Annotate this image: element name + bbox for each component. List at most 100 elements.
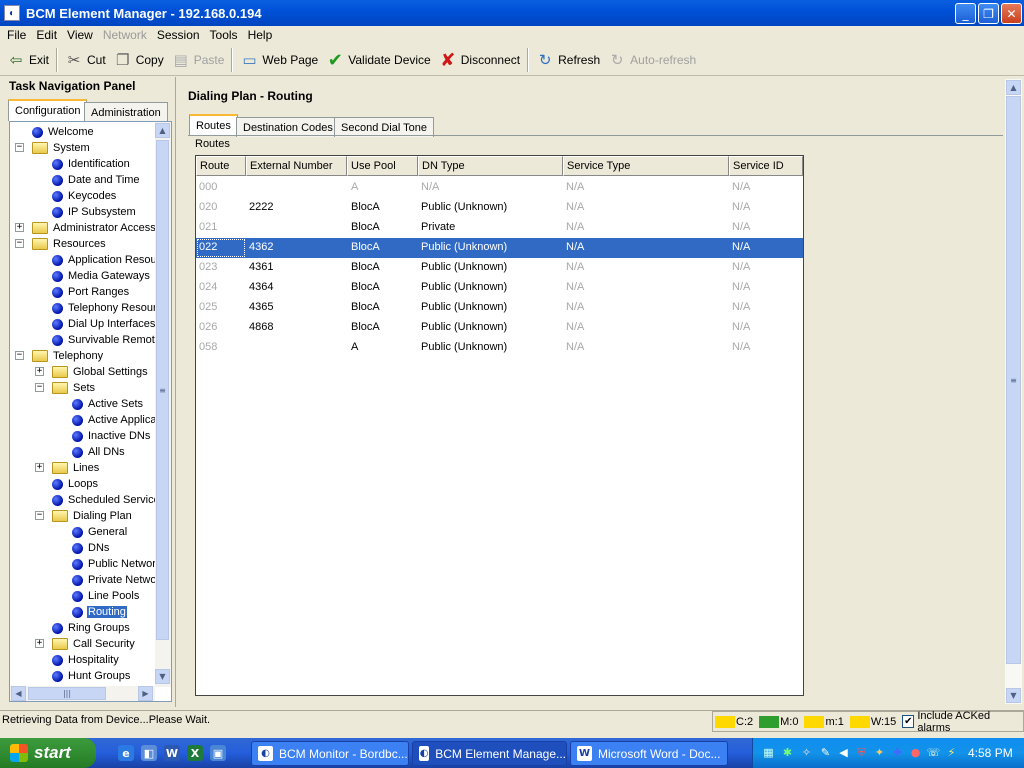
window-scroll-up-button[interactable]: ▲: [1006, 80, 1021, 95]
tab-administration[interactable]: Administration: [84, 102, 168, 122]
table-row[interactable]: 025 4365 BlocA Public (Unknown) N/A N/A: [196, 298, 803, 318]
menu-help[interactable]: Help: [243, 28, 278, 42]
web-page-button[interactable]: ▭ Web Page: [236, 47, 322, 73]
tree-item-date-and-time[interactable]: Date and Time: [52, 172, 141, 188]
tree-scroll-right-button[interactable]: ▶: [138, 686, 153, 701]
collapse-icon[interactable]: −: [15, 239, 24, 248]
tree-item-call-security[interactable]: Call Security: [52, 636, 136, 652]
expand-icon[interactable]: +: [35, 639, 44, 648]
table-row[interactable]: 026 4868 BlocA Public (Unknown) N/A N/A: [196, 318, 803, 338]
column-header-route[interactable]: Route: [196, 156, 246, 176]
task-microsoft-word[interactable]: W Microsoft Word - Doc...: [570, 741, 728, 766]
tree-item-dial-up-interfaces[interactable]: Dial Up Interfaces: [52, 316, 156, 332]
menu-edit[interactable]: Edit: [31, 28, 62, 42]
tree-item-ip-subsystem[interactable]: IP Subsystem: [52, 204, 137, 220]
alert-tray-icon[interactable]: ✦: [873, 746, 886, 759]
network-tray-icon[interactable]: ▦: [762, 746, 775, 759]
tree-item-ring-groups[interactable]: Ring Groups: [52, 620, 131, 636]
start-button[interactable]: start: [0, 738, 96, 768]
expand-icon[interactable]: +: [35, 463, 44, 472]
tree-item-identification[interactable]: Identification: [52, 156, 131, 172]
tree-item-welcome[interactable]: Welcome: [32, 124, 95, 140]
desktop-quicklaunch-icon[interactable]: ▣: [210, 745, 226, 761]
tree-item-private-netwo[interactable]: Private Netwo: [72, 572, 157, 588]
task-bcm-monitor[interactable]: ◐ BCM Monitor - Bordbc...: [251, 741, 409, 766]
tree-item-dialing-plan[interactable]: Dialing Plan: [52, 508, 133, 524]
refresh-button[interactable]: ↻ Refresh: [532, 47, 604, 73]
menu-network[interactable]: Network: [98, 28, 152, 42]
tree-item-media-gateways[interactable]: Media Gateways: [52, 268, 151, 284]
ie-quicklaunch-icon[interactable]: e: [118, 745, 134, 761]
disconnect-button[interactable]: ✘ Disconnect: [435, 47, 524, 73]
table-row[interactable]: 021 BlocA Private N/A N/A: [196, 218, 803, 238]
bluetooth-tray-icon[interactable]: ✚: [891, 746, 904, 759]
tree-item-resources[interactable]: Resources: [32, 236, 107, 252]
tree-item-telephony[interactable]: Telephony: [32, 348, 104, 364]
tab-destination-codes[interactable]: Destination Codes: [236, 117, 340, 137]
close-button[interactable]: ✕: [1001, 3, 1022, 24]
validate-device-button[interactable]: ✔ Validate Device: [322, 47, 435, 73]
table-row[interactable]: 020 2222 BlocA Public (Unknown) N/A N/A: [196, 198, 803, 218]
collapse-icon[interactable]: −: [15, 351, 24, 360]
tree-item-administrator-access[interactable]: Administrator Access: [32, 220, 157, 236]
window-scroll-down-button[interactable]: ▼: [1006, 688, 1021, 703]
tab-second-dial-tone[interactable]: Second Dial Tone: [334, 117, 435, 137]
tree-item-active-sets[interactable]: Active Sets: [72, 396, 144, 412]
word-quicklaunch-icon[interactable]: W: [164, 745, 180, 761]
settings-tray-icon[interactable]: ✧: [800, 746, 813, 759]
table-row[interactable]: 023 4361 BlocA Public (Unknown) N/A N/A: [196, 258, 803, 278]
tree-item-port-ranges[interactable]: Port Ranges: [52, 284, 130, 300]
table-row[interactable]: 024 4364 BlocA Public (Unknown) N/A N/A: [196, 278, 803, 298]
tree-item-inactive-dns[interactable]: Inactive DNs: [72, 428, 151, 444]
column-header-service-id[interactable]: Service ID: [729, 156, 803, 176]
tree-item-sets[interactable]: Sets: [52, 380, 96, 396]
connection-tray-icon[interactable]: ☏: [927, 746, 941, 759]
auto-refresh-button[interactable]: ↻ Auto-refresh: [604, 47, 700, 73]
tree-item-line-pools[interactable]: Line Pools: [72, 588, 140, 604]
menu-file[interactable]: File: [2, 28, 31, 42]
tree-item-active-applica[interactable]: Active Applica: [72, 412, 157, 428]
cut-button[interactable]: ✂ Cut: [61, 47, 110, 73]
minimize-button[interactable]: _: [955, 3, 976, 24]
tree-hscroll-thumb[interactable]: |||: [28, 687, 106, 700]
tree-item-application-resou[interactable]: Application Resou: [52, 252, 158, 268]
tree-scroll-up-button[interactable]: ▲: [155, 123, 170, 138]
explorer-quicklaunch-icon[interactable]: ◧: [141, 745, 157, 761]
tree-item-telephony-resour[interactable]: Telephony Resour: [52, 300, 158, 316]
tree-scroll-left-button[interactable]: ◀: [11, 686, 26, 701]
tree-scroll-down-button[interactable]: ▼: [155, 669, 170, 684]
tree-item-keycodes[interactable]: Keycodes: [52, 188, 117, 204]
power-tray-icon[interactable]: ⚡: [945, 746, 958, 759]
collapse-icon[interactable]: −: [35, 383, 44, 392]
table-row[interactable]: 000 A N/A N/A N/A: [196, 178, 803, 198]
tree-item-system[interactable]: System: [32, 140, 91, 156]
tree-item-lines[interactable]: Lines: [52, 460, 100, 476]
tools-tray-icon[interactable]: ✱: [781, 746, 794, 759]
tree-item-dns[interactable]: DNs: [72, 540, 110, 556]
tree-item-loops[interactable]: Loops: [52, 476, 99, 492]
tree-item-public-networ[interactable]: Public Networ: [72, 556, 157, 572]
tree-item-hunt-groups[interactable]: Hunt Groups: [52, 668, 131, 684]
tree-scroll-thumb[interactable]: ≡: [156, 140, 169, 640]
antivirus-tray-icon[interactable]: ●: [909, 746, 922, 759]
table-row[interactable]: 058 A Public (Unknown) N/A N/A: [196, 338, 803, 358]
expand-icon[interactable]: +: [15, 223, 24, 232]
excel-quicklaunch-icon[interactable]: X: [187, 745, 203, 761]
paste-button[interactable]: ▤ Paste: [168, 47, 229, 73]
menu-tools[interactable]: Tools: [205, 28, 243, 42]
column-header-dn-type[interactable]: DN Type: [418, 156, 563, 176]
tree-item-general[interactable]: General: [72, 524, 128, 540]
maximize-button[interactable]: ❐: [978, 3, 999, 24]
menu-view[interactable]: View: [62, 28, 98, 42]
tree-item-survivable-remote[interactable]: Survivable Remote: [52, 332, 162, 348]
tree-item-hospitality[interactable]: Hospitality: [52, 652, 120, 668]
copy-button[interactable]: ❐ Copy: [110, 47, 168, 73]
tab-configuration[interactable]: Configuration: [8, 99, 88, 121]
expand-icon[interactable]: +: [35, 367, 44, 376]
security-tray-icon[interactable]: ⛨: [855, 746, 868, 759]
column-header-service-type[interactable]: Service Type: [563, 156, 729, 176]
tree-item-global-settings[interactable]: Global Settings: [52, 364, 149, 380]
collapse-icon[interactable]: −: [15, 143, 24, 152]
include-acked-alarms-checkbox[interactable]: ✔ Include ACKed alarms: [902, 710, 1017, 734]
window-scroll-thumb[interactable]: ≡: [1006, 96, 1021, 664]
